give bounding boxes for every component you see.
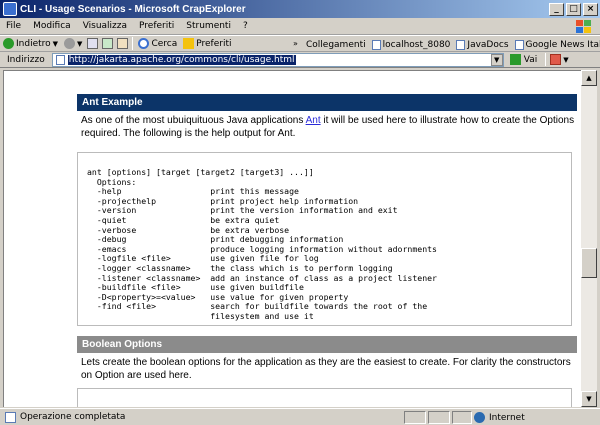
search-icon: [138, 38, 150, 49]
link-label: Google News Italia: [525, 39, 600, 50]
scroll-down-button[interactable]: ▼: [581, 391, 597, 407]
link-label: JavaDocs: [467, 39, 509, 50]
ant-link[interactable]: Ant: [306, 115, 321, 126]
link-label: localhost_8080: [382, 39, 451, 50]
menu-help[interactable]: ?: [237, 21, 254, 31]
menu-view[interactable]: Visualizza: [77, 21, 133, 31]
status-bar: Operazione completata Internet: [0, 408, 600, 425]
go-arrow-icon: [509, 54, 521, 65]
favorites-label: Preferiti: [196, 38, 232, 49]
favorites-button[interactable]: Preferiti: [180, 36, 234, 51]
extension-icon[interactable]: [550, 54, 562, 65]
title-bar: CLI - Usage Scenarios - Microsoft CrapEx…: [0, 0, 600, 18]
scrollbar-thumb[interactable]: [581, 248, 597, 278]
page-icon: [456, 39, 466, 50]
star-icon: [183, 38, 195, 49]
status-text: Operazione completata: [20, 412, 126, 422]
address-dropdown-icon[interactable]: ▼: [490, 53, 503, 66]
toolbar-separator: [545, 53, 547, 66]
scroll-up-button[interactable]: ▲: [581, 70, 597, 86]
menu-tools[interactable]: Strumenti: [180, 21, 237, 31]
ant-intro-paragraph: As one of the most ubuiquituous Java app…: [77, 111, 577, 140]
page-icon: [5, 411, 16, 423]
menu-file[interactable]: File: [0, 21, 27, 31]
chevron-down-icon[interactable]: ▼: [563, 56, 568, 64]
intro-text: As one of the most ubuiquituous Java app…: [81, 115, 306, 126]
maximize-button[interactable]: □: [566, 2, 581, 16]
back-arrow-icon: [3, 38, 14, 49]
back-label: Indietro: [16, 38, 51, 49]
search-label: Cerca: [151, 38, 178, 49]
go-label: Vai: [523, 54, 538, 65]
vertical-scrollbar[interactable]: ▲ ▼: [581, 70, 597, 407]
home-icon[interactable]: [117, 38, 129, 49]
back-button[interactable]: Indietro ▼: [0, 36, 61, 51]
zone-label: Internet: [489, 412, 525, 423]
toolbar-separator: [132, 37, 134, 50]
chevron-down-icon: ▼: [77, 39, 83, 48]
minimize-button[interactable]: _: [549, 2, 564, 16]
go-button[interactable]: Vai: [509, 54, 538, 65]
address-bar: Indirizzo http://jakarta.apache.org/comm…: [0, 52, 600, 68]
close-button[interactable]: ×: [583, 2, 598, 16]
page-content: Ant Example As one of the most ubuiquitu…: [77, 94, 577, 407]
browser-icon: [3, 2, 17, 16]
address-url[interactable]: http://jakarta.apache.org/commons/cli/us…: [67, 54, 296, 65]
page-icon: [371, 39, 381, 50]
status-cell: [404, 411, 426, 424]
security-zone: Internet: [474, 411, 525, 424]
internet-zone-icon: [474, 412, 485, 423]
ant-help-output: ant [options] [target [target2 [target3]…: [87, 167, 437, 321]
forward-button[interactable]: ▼: [61, 36, 85, 51]
link-javadocs[interactable]: JavaDocs: [456, 39, 509, 50]
address-label: Indirizzo: [7, 54, 45, 65]
link-localhost[interactable]: localhost_8080: [371, 39, 451, 50]
page-icon: [514, 39, 524, 50]
menu-bar: File Modifica Visualizza Preferiti Strum…: [0, 18, 600, 35]
page-icon: [55, 54, 65, 65]
link-google-news[interactable]: Google News Italia: [514, 39, 600, 50]
status-cell: [428, 411, 450, 424]
chevron-down-icon: ▼: [52, 39, 59, 48]
code-block: ant [options] [target [target2 [target3]…: [77, 152, 572, 326]
section-heading-ant-example: Ant Example: [77, 94, 577, 111]
refresh-icon[interactable]: [102, 38, 114, 49]
boolean-options-paragraph: Lets create the boolean options for the …: [81, 357, 571, 381]
menu-edit[interactable]: Modifica: [27, 21, 77, 31]
links-label: Collegamenti: [306, 39, 366, 50]
window-title: CLI - Usage Scenarios - Microsoft CrapEx…: [20, 3, 246, 15]
windows-logo-icon: [576, 20, 591, 33]
forward-arrow-icon: [64, 38, 76, 49]
page-viewport: Ant Example As one of the most ubuiquitu…: [3, 70, 581, 407]
toolbar-chevron-icon[interactable]: »: [293, 39, 298, 48]
code-block: [77, 388, 572, 407]
toolbar: Indietro ▼ ▼ Cerca Preferiti » Collegame…: [0, 35, 600, 52]
links-bar: Collegamenti localhost_8080 JavaDocs Goo…: [306, 36, 600, 53]
section-heading-boolean-options: Boolean Options: [77, 336, 577, 353]
search-button[interactable]: Cerca: [135, 36, 180, 51]
address-input[interactable]: http://jakarta.apache.org/commons/cli/us…: [51, 52, 504, 67]
status-cell: [452, 411, 472, 424]
menu-favorites[interactable]: Preferiti: [133, 21, 180, 31]
stop-icon[interactable]: [87, 38, 99, 49]
